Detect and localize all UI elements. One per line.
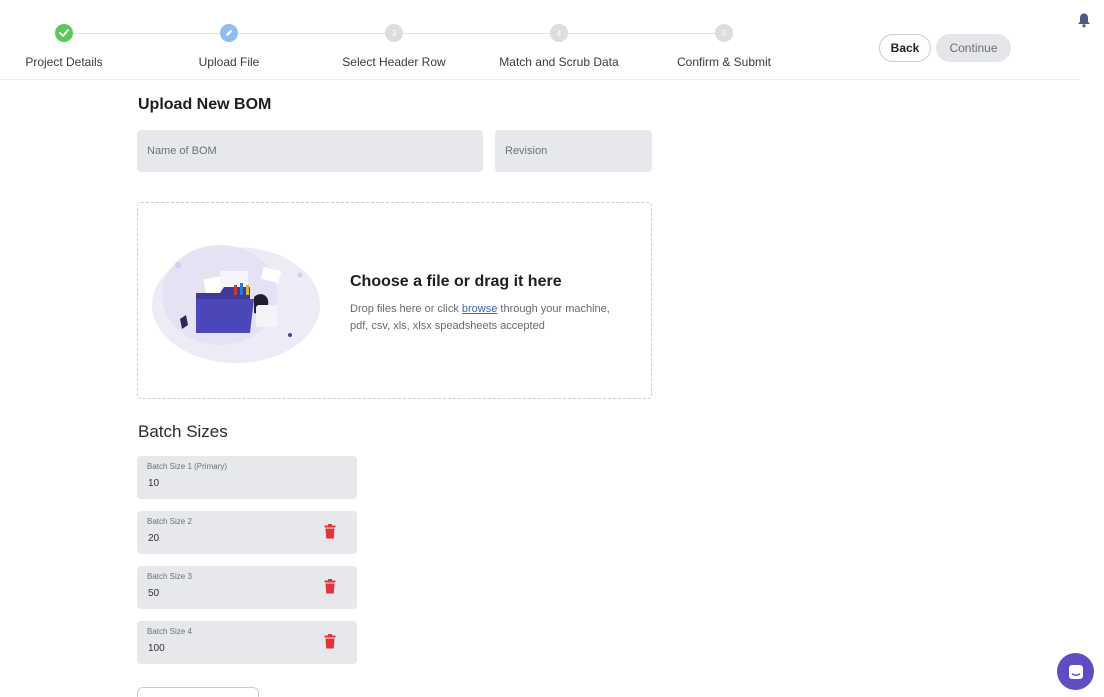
batch-size-field[interactable]: Batch Size 2 20 (137, 511, 357, 554)
batch-size-label: Batch Size 1 (Primary) (147, 462, 228, 471)
step-label: Match and Scrub Data (499, 55, 619, 69)
back-button[interactable]: Back (879, 34, 931, 62)
step-connector (403, 33, 551, 34)
continue-button[interactable]: Continue (936, 34, 1011, 62)
check-icon (55, 24, 73, 42)
dropzone-instructions: Drop files here or click browse through … (350, 301, 610, 335)
batch-size-value[interactable]: 50 (148, 588, 159, 599)
page-title: Upload New BOM (138, 96, 272, 113)
dropzone-text: Drop files here or click (350, 303, 462, 315)
step-upload-file[interactable]: Upload File (149, 24, 309, 69)
batch-size-label: Batch Size 3 (147, 572, 192, 581)
trash-icon[interactable] (324, 524, 336, 539)
step-label: Upload File (198, 55, 260, 69)
step-number: 3 (385, 24, 403, 42)
step-number: 5 (715, 24, 733, 42)
step-match-scrub-data[interactable]: 4 Match and Scrub Data (479, 24, 639, 69)
revision-field[interactable]: Revision (495, 130, 652, 172)
edit-icon (220, 24, 238, 42)
batch-size-value[interactable]: 10 (148, 478, 159, 489)
browse-link[interactable]: browse (462, 303, 497, 315)
trash-icon[interactable] (324, 579, 336, 594)
step-select-header-row[interactable]: 3 Select Header Row (314, 24, 474, 69)
step-connector (568, 33, 716, 34)
batch-size-field[interactable]: Batch Size 1 (Primary) 10 (137, 456, 357, 499)
batch-size-label: Batch Size 4 (147, 627, 192, 636)
batch-sizes-title: Batch Sizes (138, 422, 228, 441)
folder-illustration (152, 245, 320, 363)
bom-name-field[interactable]: Name of BOM (137, 130, 483, 172)
batch-size-value[interactable]: 100 (148, 643, 165, 654)
dropzone-title: Choose a file or drag it here (350, 273, 562, 290)
step-connector (72, 33, 220, 34)
step-label: Select Header Row (342, 55, 446, 69)
step-number: 4 (550, 24, 568, 42)
step-project-details[interactable]: Project Details (0, 24, 144, 69)
add-batch-size-button[interactable] (137, 687, 259, 697)
batch-size-field[interactable]: Batch Size 4 100 (137, 621, 357, 664)
accepted-formats: pdf, csv, xls, xlsx speadsheets accepted (350, 320, 545, 332)
chat-icon (1068, 664, 1083, 679)
step-label: Project Details (25, 55, 103, 69)
step-confirm-submit[interactable]: 5 Confirm & Submit (644, 24, 804, 69)
trash-icon[interactable] (324, 634, 336, 649)
bell-icon[interactable] (1077, 12, 1091, 28)
step-label: Confirm & Submit (676, 55, 772, 69)
dropzone-text: through your machine, (497, 303, 610, 315)
file-dropzone[interactable]: Choose a file or drag it here Drop files… (137, 202, 652, 399)
chat-launcher[interactable] (1057, 653, 1094, 690)
batch-size-value[interactable]: 20 (148, 533, 159, 544)
batch-size-field[interactable]: Batch Size 3 50 (137, 566, 357, 609)
step-connector (238, 33, 386, 34)
stepper-header: Project Details Upload File 3 Select Hea… (0, 0, 1080, 80)
batch-size-label: Batch Size 2 (147, 517, 192, 526)
